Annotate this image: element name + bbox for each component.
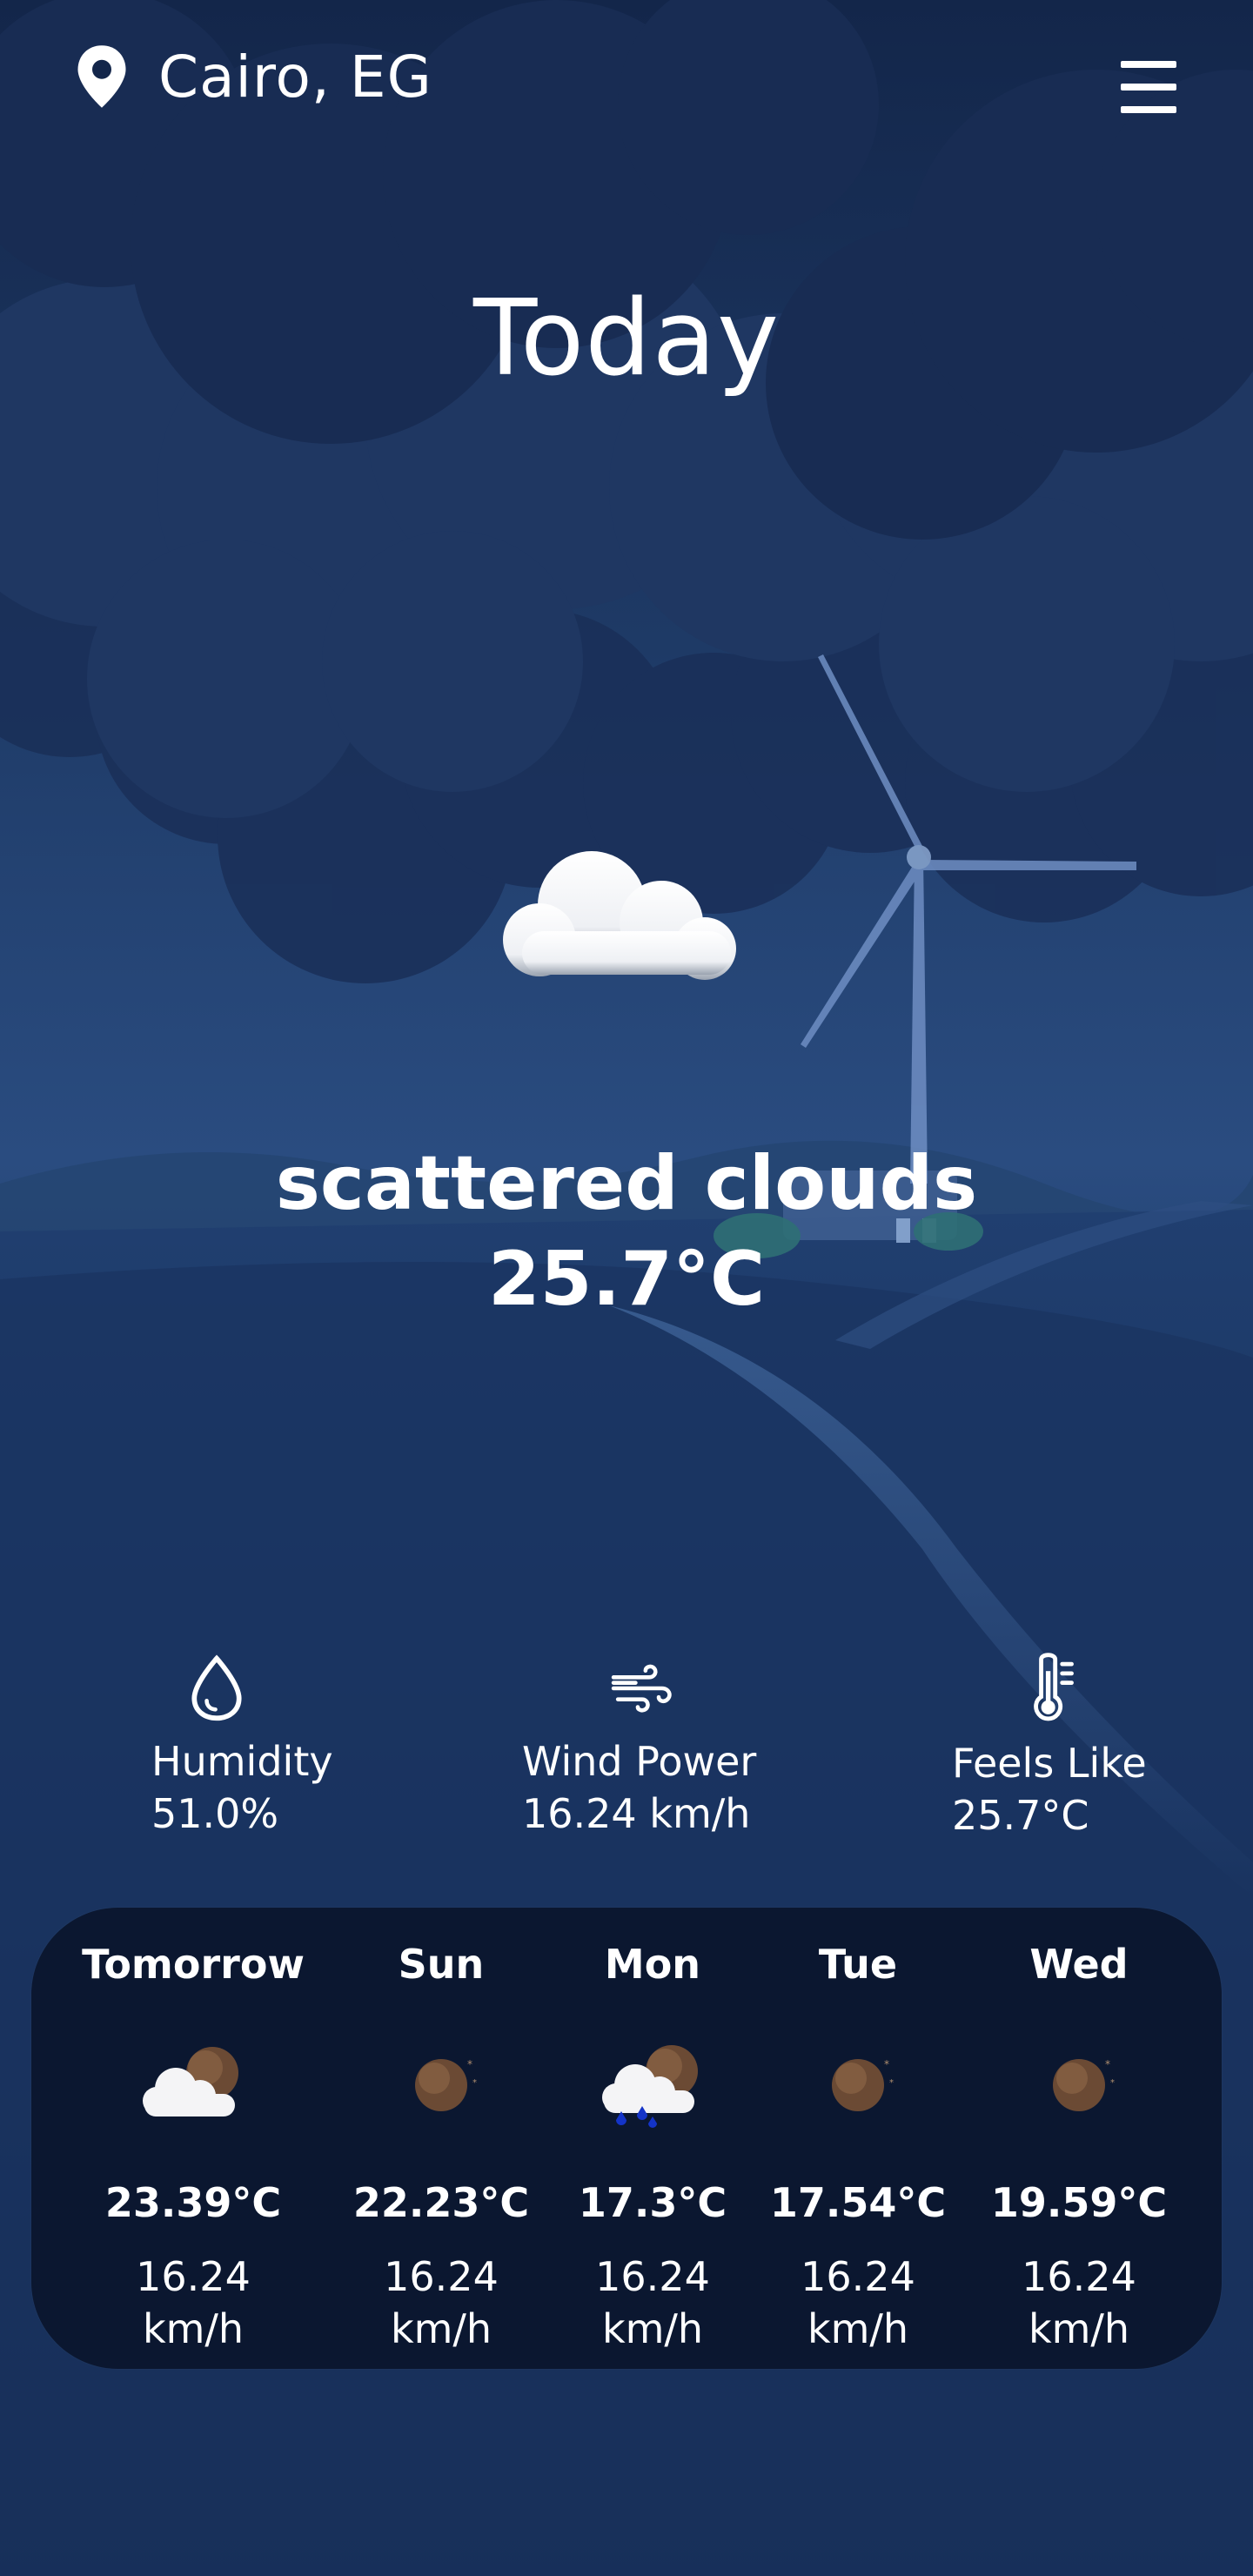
forecast-day: Tue	[818, 1941, 898, 1988]
forecast-wind-unit: km/h	[807, 2305, 909, 2352]
wind-power-stat: Wind Power 16.24 km/h	[522, 1654, 756, 1840]
forecast-wind-value: 16.24	[136, 2253, 251, 2300]
humidity-stat: Humidity 51.0%	[151, 1654, 333, 1840]
forecast-wind-unit: km/h	[390, 2305, 492, 2352]
weather-app: Cairo, EG Today scattered clouds 25.7°C	[0, 0, 1253, 2576]
svg-text:*: *	[467, 2058, 472, 2070]
feels-like-value: 25.7°C	[952, 1792, 1089, 1839]
forecast-temp: 17.54°C	[769, 2179, 947, 2226]
forecast-temp: 22.23°C	[352, 2179, 530, 2226]
forecast-wind-unit: km/h	[1028, 2305, 1130, 2352]
forecast-day: Mon	[604, 1941, 701, 1988]
forecast-wind-value: 16.24	[595, 2253, 710, 2300]
moon-icon: * *	[832, 2058, 894, 2111]
feels-like-label: Feels Like	[952, 1740, 1147, 1787]
hamburger-menu-icon	[1121, 61, 1176, 68]
svg-text:*: *	[884, 2058, 889, 2070]
forecast-temp: 19.59°C	[990, 2179, 1168, 2226]
weather-condition: scattered clouds	[275, 1140, 978, 1227]
wind-power-label: Wind Power	[522, 1738, 757, 1785]
forecast-temp: 23.39°C	[104, 2179, 282, 2226]
svg-text:*: *	[1110, 2078, 1115, 2088]
wind-icon	[611, 1664, 672, 1713]
humidity-value: 51.0%	[151, 1790, 279, 1837]
moon-cloud-icon	[143, 2047, 238, 2116]
forecast-day: Wed	[1029, 1941, 1129, 1988]
page-title: Today	[472, 278, 781, 399]
forecast-wind: 16.24 km/h	[80, 2251, 306, 2355]
feels-like-stat: Feels Like 25.7°C	[952, 1650, 1147, 1841]
thermometer-icon	[1034, 1653, 1074, 1721]
moon-icon: * *	[1053, 2058, 1115, 2111]
moon-icon: * *	[415, 2058, 477, 2111]
cloud-icon	[503, 851, 736, 980]
forecast-day: Tomorrow	[82, 1941, 305, 1988]
forecast-wind-value: 16.24	[801, 2253, 915, 2300]
forecast-wind-value: 16.24	[384, 2253, 499, 2300]
svg-text:*: *	[472, 2078, 477, 2088]
location-name: Cairo, EG	[158, 43, 432, 111]
forecast-wind: 16.24 km/h	[745, 2251, 971, 2355]
forecast-wind: 16.24 km/h	[539, 2251, 766, 2355]
forecast-wind: 16.24 km/h	[328, 2251, 554, 2355]
humidity-label: Humidity	[151, 1738, 333, 1785]
hamburger-menu-icon-bar	[1121, 84, 1176, 91]
hamburger-menu-icon-bar	[1121, 106, 1176, 113]
forecast-wind-unit: km/h	[601, 2305, 704, 2352]
current-temperature: 25.7°C	[487, 1236, 766, 1323]
svg-text:*: *	[889, 2078, 894, 2088]
svg-text:*: *	[1105, 2058, 1110, 2070]
forecast-wind-value: 16.24	[1022, 2253, 1136, 2300]
forecast-day: Sun	[398, 1941, 485, 1988]
forecast-temp: 17.3°C	[578, 2179, 727, 2226]
water-drop-icon	[191, 1654, 242, 1721]
forecast-wind: 16.24 km/h	[966, 2251, 1192, 2355]
menu-button[interactable]	[1114, 61, 1183, 113]
location[interactable]: Cairo, EG	[73, 35, 432, 118]
map-pin-icon	[77, 45, 126, 108]
moon-rain-cloud-icon	[602, 2045, 698, 2128]
wind-power-value: 16.24 km/h	[522, 1790, 751, 1837]
forecast-wind-unit: km/h	[142, 2305, 245, 2352]
